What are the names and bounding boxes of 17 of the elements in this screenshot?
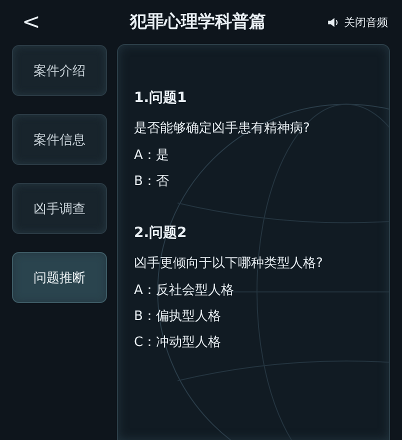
answer-option: B：否 (134, 172, 373, 190)
answer-option: C：冲动型人格 (134, 333, 373, 351)
question-text: 是否能够确定凶手患有精神病? (134, 120, 311, 137)
answer-option: B：偏执型人格 (134, 307, 373, 325)
speaker-icon (328, 18, 339, 26)
mute-audio-button[interactable]: 关闭音频 (328, 14, 388, 30)
question-title: 1.问题1 (134, 89, 188, 107)
sidebar-tab[interactable]: 案件信息 (12, 114, 107, 165)
sidebar-tab[interactable]: 案件介绍 (12, 45, 107, 96)
answer-option: A：是 (134, 146, 373, 164)
answer-option: A：反社会型人格 (134, 281, 373, 299)
question-title: 2.问题2 (134, 224, 188, 242)
sidebar-tab[interactable]: 凶手调查 (12, 183, 107, 234)
back-button[interactable]: < (18, 10, 44, 34)
page-title: 犯罪心理学科普篇 (130, 11, 266, 33)
sidebar-tab[interactable]: 问题推断 (12, 252, 107, 303)
question-text: 凶手更倾向于以下哪种类型人格? (134, 255, 324, 272)
